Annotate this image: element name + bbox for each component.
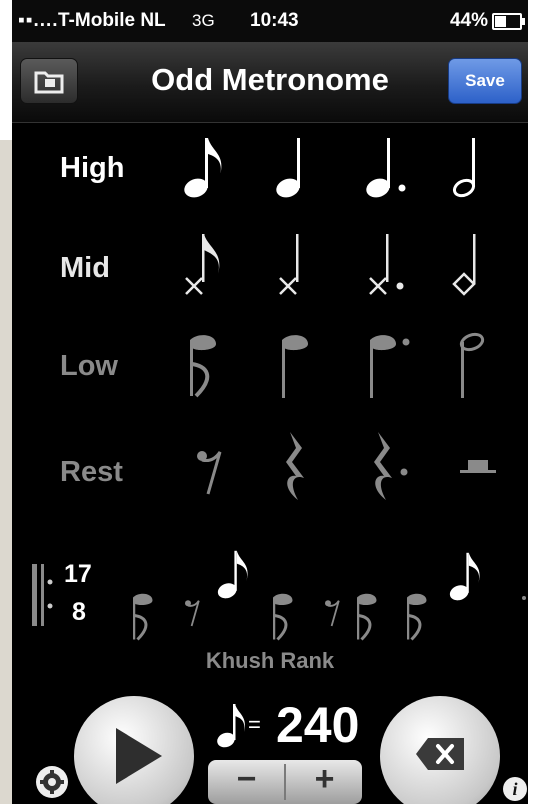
- mid-half-note-icon[interactable]: [450, 230, 490, 302]
- delete-button[interactable]: [380, 696, 500, 804]
- network-type: 3G: [192, 11, 215, 30]
- low-eighth-note-icon[interactable]: [186, 330, 226, 402]
- row-label-low: Low: [60, 350, 118, 382]
- svg-text:i: i: [512, 779, 517, 799]
- time-signature-top[interactable]: 17: [64, 560, 92, 589]
- phone-screen: ▪▪.... T-Mobile NL 3G 10:43 44% Odd Metr…: [12, 0, 528, 804]
- low-dotted-quarter-icon[interactable]: [366, 330, 416, 402]
- status-bar: ▪▪.... T-Mobile NL 3G 10:43 44%: [12, 0, 528, 42]
- play-button[interactable]: [74, 696, 194, 804]
- pattern-name: Khush Rank: [205, 648, 335, 673]
- row-label-rest: Rest: [60, 456, 123, 488]
- carrier-name: T-Mobile NL: [58, 10, 166, 31]
- low-quarter-note-icon[interactable]: [278, 330, 318, 402]
- dotted-quarter-rest-icon[interactable]: [364, 428, 414, 508]
- tempo-increase-button[interactable]: +: [286, 760, 362, 804]
- high-half-note-icon[interactable]: [450, 132, 490, 202]
- settings-gear-icon[interactable]: [34, 764, 70, 800]
- tempo-value: 240: [276, 697, 360, 753]
- row-label-high: High: [60, 152, 125, 184]
- signal-indicator: ▪▪....: [18, 10, 59, 31]
- backspace-icon: [416, 738, 464, 770]
- eighth-note-tempo-icon: [217, 704, 245, 748]
- info-icon[interactable]: i: [502, 776, 528, 802]
- battery-icon: [492, 13, 525, 30]
- tempo-decrease-button[interactable]: −: [208, 760, 285, 804]
- battery-percent: 44%: [450, 10, 489, 31]
- quarter-rest-icon[interactable]: [276, 428, 316, 508]
- row-label-mid: Mid: [60, 252, 110, 284]
- high-quarter-note-icon[interactable]: [274, 132, 314, 202]
- mid-quarter-note-icon[interactable]: [274, 230, 314, 302]
- low-half-note-icon[interactable]: [456, 330, 496, 402]
- eighth-rest-icon[interactable]: [192, 444, 232, 504]
- mid-eighth-note-icon[interactable]: [182, 230, 232, 302]
- mid-dotted-quarter-icon[interactable]: [364, 230, 414, 302]
- clock: 10:43: [250, 10, 299, 31]
- rhythm-pattern-staff[interactable]: [30, 546, 528, 646]
- tempo-equals: =: [248, 712, 261, 737]
- play-icon: [116, 728, 162, 784]
- half-rest-icon[interactable]: [458, 456, 498, 480]
- time-signature-bottom[interactable]: 8: [72, 598, 86, 627]
- tempo-stepper: − +: [208, 760, 362, 804]
- save-button[interactable]: Save: [448, 58, 522, 104]
- high-dotted-quarter-icon[interactable]: [364, 132, 414, 202]
- nav-bar: Odd Metronome Save: [12, 42, 528, 123]
- high-eighth-note-icon[interactable]: [182, 132, 232, 202]
